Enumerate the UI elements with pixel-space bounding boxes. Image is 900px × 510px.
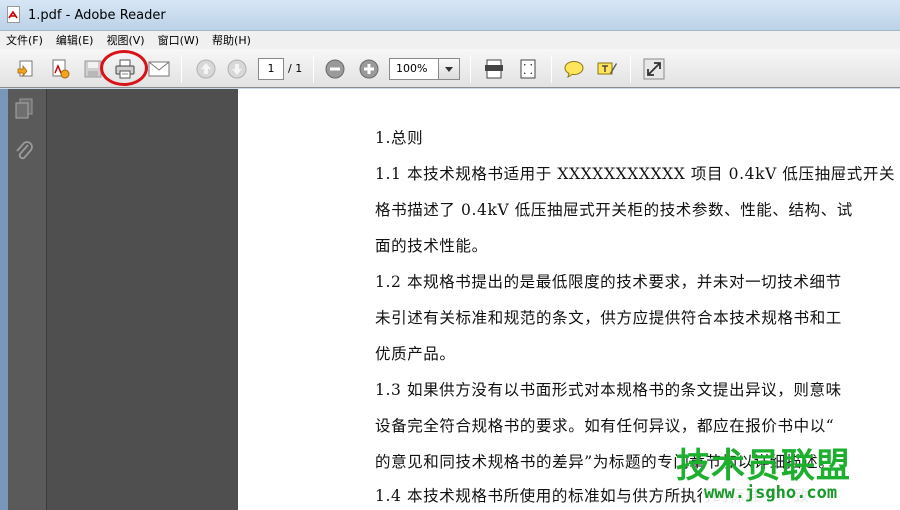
text-line: 面的技术性能。 (375, 237, 488, 255)
navigation-pane-edge (0, 89, 8, 510)
fit-width-icon[interactable] (481, 56, 507, 82)
full-screen-icon[interactable] (641, 56, 667, 82)
watermark-url: www.jsgho.com (702, 483, 840, 503)
menu-help[interactable]: 帮助(H) (212, 32, 251, 48)
chevron-down-icon (445, 66, 453, 72)
menu-window[interactable]: 窗口(W) (158, 32, 199, 48)
highlight-text-icon[interactable] (594, 56, 620, 82)
text-line: 1.2 本规格书提出的是最低限度的技术要求，并未对一切技术细节 (375, 273, 842, 291)
email-icon[interactable] (146, 56, 172, 82)
print-highlight-circle (100, 50, 148, 86)
title-bar: 1.pdf - Adobe Reader (0, 0, 900, 30)
attachments-icon[interactable] (14, 139, 34, 166)
text-line: 设备完全符合规格书的要求。如有任何异议，都应在报价书中以“ (375, 417, 835, 435)
menu-bar: 文件(F) 编辑(E) 视图(V) 窗口(W) 帮助(H) (0, 30, 900, 49)
page-number-input[interactable]: 1 (258, 58, 284, 80)
zoom-dropdown-button[interactable] (439, 58, 460, 80)
menu-file[interactable]: 文件(F) (6, 32, 43, 48)
section-heading: 1.总则 (375, 129, 424, 147)
previous-page-icon[interactable] (193, 56, 219, 82)
text-line: 1.3 如果供方没有以书面形式对本规格书的条文提出异议，则意味 (375, 381, 842, 399)
window-title: 1.pdf - Adobe Reader (28, 7, 166, 23)
watermark-logo: 技术员联盟 (676, 446, 851, 486)
adobe-pdf-icon (6, 6, 22, 24)
page-total-label: / 1 (288, 62, 303, 75)
text-line: 未引述有关标准和规范的条文，供方应提供符合本技术规格书和工 (375, 309, 842, 327)
pages-icon[interactable] (14, 98, 34, 123)
zoom-level-field[interactable]: 100% (389, 58, 439, 80)
text-line: 1.1 本技术规格书适用于 XXXXXXXXXXX 项目 0.4kV 低压抽屉式… (375, 165, 896, 183)
open-icon[interactable] (13, 56, 39, 82)
zoom-out-icon[interactable] (322, 56, 348, 82)
menu-view[interactable]: 视图(V) (106, 32, 144, 48)
next-page-icon[interactable] (224, 56, 250, 82)
fit-page-icon[interactable] (515, 56, 541, 82)
comment-icon[interactable] (561, 56, 587, 82)
text-line: 格书描述了 0.4kV 低压抽屉式开关柜的技术参数、性能、结构、试 (375, 201, 853, 219)
zoom-in-icon[interactable] (356, 56, 382, 82)
document-background (47, 89, 238, 510)
menu-edit[interactable]: 编辑(E) (56, 32, 94, 48)
create-pdf-icon[interactable] (47, 56, 73, 82)
text-line: 优质产品。 (375, 345, 456, 363)
